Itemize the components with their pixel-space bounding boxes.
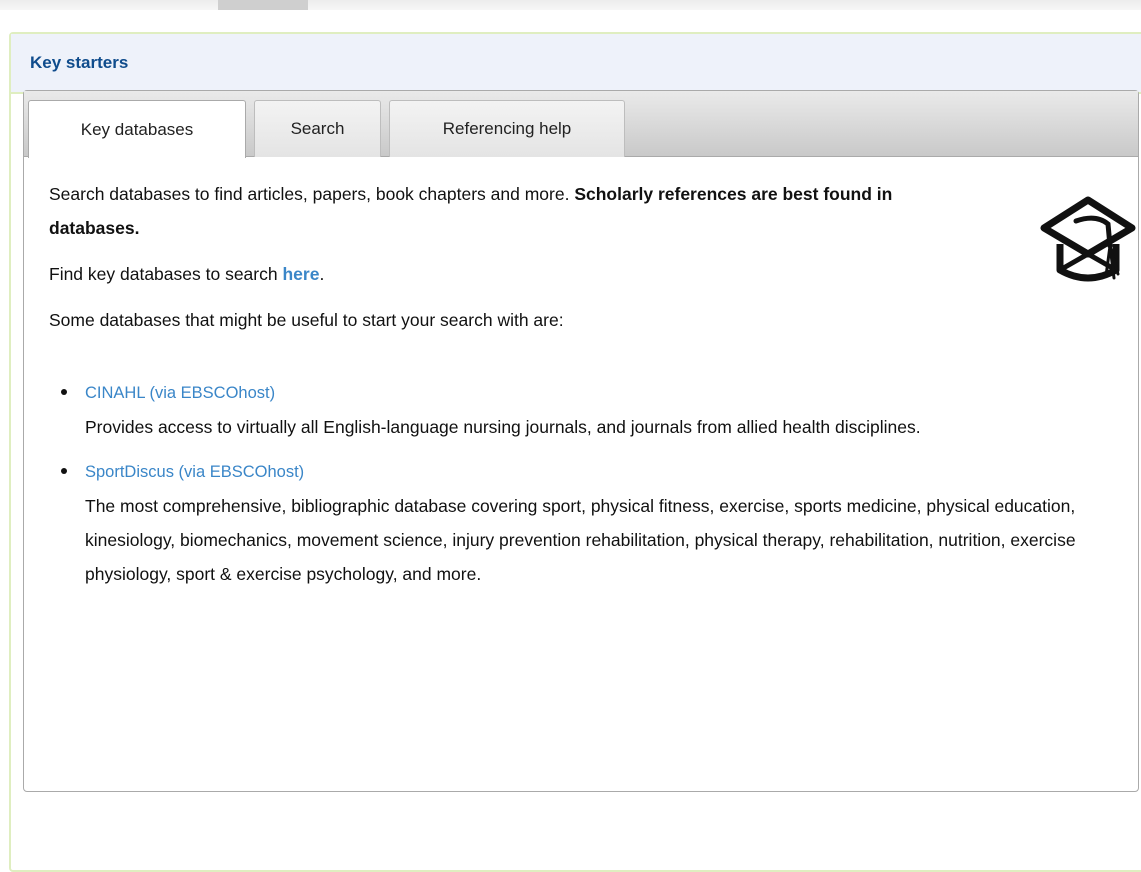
cinahl-description: Provides access to virtually all English… — [85, 417, 921, 437]
find-prefix: Find key databases to search — [49, 264, 283, 284]
cinahl-link[interactable]: CINAHL (via EBSCOhost) — [85, 384, 275, 402]
tab-referencing-help[interactable]: Referencing help — [389, 100, 625, 157]
database-list: CINAHL (via EBSCOhost) Provides access t… — [49, 375, 1129, 591]
find-paragraph: Find key databases to search here. — [49, 257, 1129, 291]
bullet — [61, 468, 67, 474]
tab-key-databases[interactable]: Key databases — [28, 100, 246, 158]
box-header: Key starters — [11, 34, 1141, 94]
tab-panel-key-databases: Search databases to find articles, paper… — [49, 177, 1129, 601]
intro-text: Search databases to find articles, paper… — [49, 184, 575, 204]
find-suffix: . — [319, 264, 325, 284]
bullet — [61, 389, 67, 395]
tab-bar: Key databases Search Referencing help — [24, 91, 1138, 158]
some-databases-paragraph: Some databases that might be useful to s… — [49, 310, 564, 330]
intro-paragraph: Search databases to find articles, paper… — [49, 177, 929, 245]
sportdiscus-link[interactable]: SportDiscus (via EBSCOhost) — [85, 463, 304, 481]
sportdiscus-description: The most comprehensive, bibliographic da… — [85, 496, 1076, 584]
here-link[interactable]: here — [282, 264, 319, 284]
graduation-cap-icon — [1040, 196, 1136, 282]
box-title: Key starters — [30, 53, 129, 72]
list-item: CINAHL (via EBSCOhost) Provides access t… — [49, 375, 1129, 444]
tabs-container: Key databases Search Referencing help Se… — [23, 90, 1139, 792]
top-strip — [0, 0, 1141, 10]
top-strip-tab[interactable] — [218, 0, 308, 10]
tab-search[interactable]: Search — [254, 100, 381, 157]
list-item: SportDiscus (via EBSCOhost) The most com… — [49, 454, 1129, 591]
